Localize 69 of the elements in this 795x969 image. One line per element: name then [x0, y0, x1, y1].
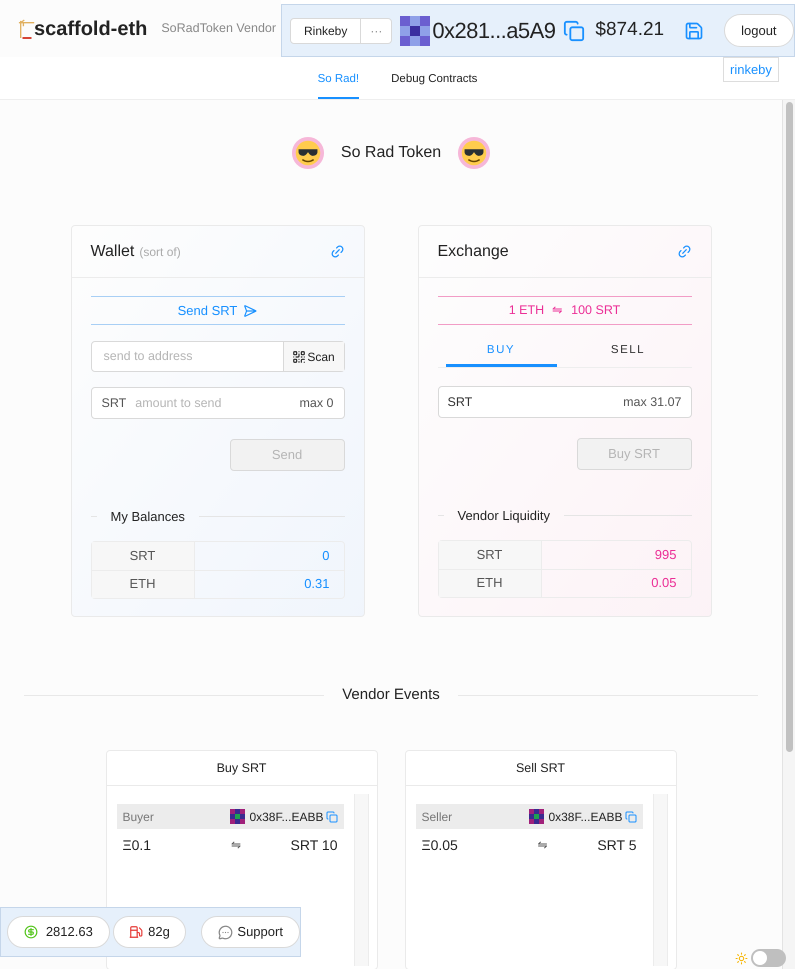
- logout-button[interactable]: logout: [724, 14, 794, 47]
- field-prefix: SRT: [102, 394, 126, 412]
- section-title: Vendor Liquidity: [458, 507, 550, 525]
- role-label: Buyer: [122, 808, 154, 826]
- rate-text: 1 ETH: [508, 302, 544, 320]
- address-field[interactable]: send to address Scan: [90, 341, 344, 372]
- account-address: 0x281...a5A9: [432, 17, 556, 45]
- exchange-arrows: ⇋: [538, 837, 548, 854]
- sunglasses-smiley-icon: [457, 136, 492, 170]
- app-logo-text: scaffold-eth: [34, 16, 148, 42]
- network-button[interactable]: Rinkeby: [291, 18, 360, 42]
- card-subtitle: (sort of): [139, 244, 181, 260]
- event-address: 0x38F...EABB: [548, 808, 622, 826]
- network-badge: rinkeby: [723, 57, 779, 82]
- copy-icon[interactable]: [563, 20, 586, 42]
- gas-button[interactable]: 82g: [112, 916, 186, 948]
- token-label: SRT: [438, 540, 542, 568]
- srt-amount: SRT 10: [290, 836, 338, 854]
- identicon-icon: [400, 16, 430, 46]
- floppy-icon[interactable]: [684, 20, 704, 40]
- balance-value: 0.31: [303, 575, 330, 594]
- send-heading: Send SRT: [178, 302, 238, 320]
- balance-value: 0.05: [650, 574, 678, 592]
- card-title: Exchange: [438, 242, 509, 262]
- price-button[interactable]: 2812.63: [7, 916, 110, 948]
- qr-code-icon: [292, 350, 306, 364]
- page-title: So Rad Token: [340, 143, 442, 163]
- exchange-arrows: ⇋: [230, 837, 241, 854]
- amount-field[interactable]: SRT amount to send max 0: [90, 387, 344, 419]
- max-label[interactable]: max 0: [299, 394, 334, 412]
- balance-value: 995: [654, 546, 678, 564]
- send-icon: [243, 304, 258, 318]
- section-heading: Vendor Events: [342, 684, 440, 705]
- fuel-pump-icon: [129, 925, 144, 939]
- app-subtitle: SoRadToken Vendor: [161, 20, 276, 38]
- panel-title: Sell SRT: [516, 760, 566, 777]
- token-label: ETH: [438, 570, 542, 596]
- token-label: SRT: [92, 542, 194, 570]
- rate-text: 100 SRT: [571, 302, 620, 320]
- more-button[interactable]: ···: [360, 18, 392, 42]
- event-address: 0x38F...EABB: [249, 808, 324, 826]
- role-label: Seller: [422, 808, 452, 826]
- support-button[interactable]: Support: [201, 916, 300, 948]
- copy-icon[interactable]: [326, 810, 338, 822]
- trade-tab[interactable]: SELL: [572, 338, 684, 367]
- max-label[interactable]: max 31.07: [623, 392, 682, 412]
- card-title: Wallet: [90, 242, 134, 262]
- identicon-icon: [529, 809, 544, 824]
- account-balance: $874.21: [595, 18, 664, 42]
- sunglasses-smiley-icon: [290, 136, 325, 170]
- dollar-icon: [24, 925, 38, 939]
- scan-button[interactable]: Scan: [282, 342, 344, 371]
- section-title: My Balances: [110, 508, 185, 526]
- theme-toggle[interactable]: [751, 949, 786, 967]
- chat-bubble-icon: [218, 924, 234, 940]
- token-label: ETH: [92, 570, 194, 598]
- balance-value: 0: [321, 546, 330, 565]
- eth-amount: Ξ0.05: [422, 836, 458, 854]
- nav-tab[interactable]: Debug Contracts: [391, 62, 478, 99]
- srt-amount: SRT 5: [597, 836, 636, 854]
- field-prefix: SRT: [448, 394, 472, 411]
- copy-icon[interactable]: [624, 810, 636, 822]
- identicon-icon: [230, 809, 246, 824]
- crane-logo-icon: [18, 18, 36, 38]
- amount-field[interactable]: SRT max 31.07: [438, 386, 692, 418]
- sun-icon: [735, 952, 748, 964]
- exchange-arrows: ⇋: [552, 302, 564, 320]
- eth-amount: Ξ0.1: [122, 836, 152, 854]
- panel-title: Buy SRT: [216, 760, 266, 777]
